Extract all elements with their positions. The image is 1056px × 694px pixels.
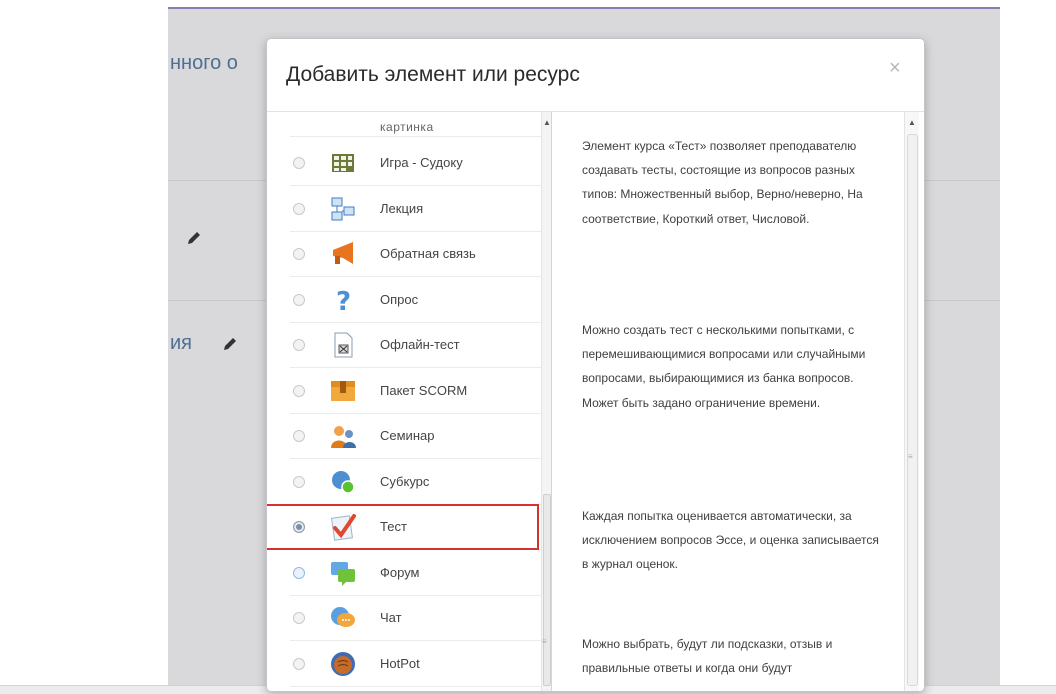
list-scroll-thumb[interactable] xyxy=(543,494,551,686)
hotpot-icon xyxy=(329,650,357,678)
activity-label[interactable]: Форум xyxy=(380,565,420,580)
activity-radio[interactable] xyxy=(293,476,305,488)
activity-radio[interactable] xyxy=(293,248,305,260)
item-divider xyxy=(290,686,541,687)
activity-radio[interactable] xyxy=(293,294,305,306)
list-item[interactable]: ? Опрос xyxy=(267,278,541,322)
dialog-title: Добавить элемент или ресурс xyxy=(286,63,580,86)
item-divider xyxy=(290,640,541,641)
page-right-margin xyxy=(1000,0,1056,693)
sudoku-icon xyxy=(329,149,357,177)
scroll-grip-icon: ≡ xyxy=(908,452,913,461)
list-scrollbar[interactable]: ▲ ≡ xyxy=(541,112,551,691)
edit-pencil-icon[interactable] xyxy=(186,230,202,251)
activity-label[interactable]: Семинар xyxy=(380,428,434,443)
description-paragraph: Можно выбрать, будут ли подсказки, отзыв… xyxy=(582,637,833,676)
activity-radio[interactable] xyxy=(293,203,305,215)
activity-radio[interactable] xyxy=(293,430,305,442)
chat-icon xyxy=(329,604,357,632)
activity-label[interactable]: Обратная связь xyxy=(380,246,476,261)
activity-radio[interactable] xyxy=(293,339,305,351)
list-item[interactable]: Пакет SCORM xyxy=(267,369,541,413)
selection-highlight-box xyxy=(267,504,539,550)
close-icon[interactable]: × xyxy=(889,57,901,80)
activity-label[interactable]: Офлайн-тест xyxy=(380,337,460,352)
list-item[interactable]: Форум xyxy=(267,551,541,595)
list-item-partial: картинка xyxy=(380,120,434,134)
description-paragraph: Каждая попытка оценивается автоматически… xyxy=(582,509,879,572)
activity-label[interactable]: Игра - Судоку xyxy=(380,155,463,170)
edit-pencil-icon[interactable] xyxy=(222,336,238,357)
item-divider xyxy=(290,185,541,186)
scroll-up-arrow-icon[interactable]: ▲ xyxy=(543,118,551,127)
activity-label[interactable]: Чат xyxy=(380,610,402,625)
list-item[interactable]: HotPot xyxy=(267,642,541,686)
offline-quiz-icon xyxy=(329,331,357,359)
scroll-grip-icon: ≡ xyxy=(542,637,547,646)
list-item[interactable]: Обратная связь xyxy=(267,232,541,276)
scorm-package-icon xyxy=(329,377,357,405)
feedback-megaphone-icon xyxy=(329,240,357,268)
list-item[interactable]: Субкурс xyxy=(267,460,541,504)
list-item[interactable]: Офлайн-тест xyxy=(267,323,541,367)
item-divider xyxy=(290,136,541,137)
section-heading-top[interactable]: нного о xyxy=(170,52,238,75)
add-activity-dialog: Добавить элемент или ресурс × картинка И… xyxy=(266,38,925,692)
activity-radio[interactable] xyxy=(293,658,305,670)
activity-list: картинка Игра - Судоку Лекция Обратная свя… xyxy=(267,112,552,691)
item-divider xyxy=(290,276,541,277)
description-scroll-thumb[interactable] xyxy=(907,134,918,686)
list-item[interactable]: Игра - Судоку xyxy=(267,141,541,185)
item-divider xyxy=(290,367,541,368)
description-scrollbar[interactable]: ▲ ≡ xyxy=(904,112,919,691)
activity-label[interactable]: HotPot xyxy=(380,656,420,671)
description-paragraph: Можно создать тест с несколькими попытка… xyxy=(582,323,866,410)
activity-radio[interactable] xyxy=(293,157,305,169)
dialog-header: Добавить элемент или ресурс × xyxy=(267,39,924,112)
forum-icon xyxy=(329,559,357,587)
page-top-border xyxy=(168,7,1000,9)
list-item[interactable]: Чат xyxy=(267,596,541,640)
question-mark-icon: ? xyxy=(329,286,357,317)
activity-radio[interactable] xyxy=(293,567,305,579)
list-item[interactable]: Семинар xyxy=(267,414,541,458)
subcourse-icon xyxy=(329,468,357,496)
workshop-people-icon xyxy=(329,422,357,450)
activity-label[interactable]: Лекция xyxy=(380,201,423,216)
activity-radio[interactable] xyxy=(293,385,305,397)
scroll-up-arrow-icon[interactable]: ▲ xyxy=(908,118,916,127)
section-heading-bottom[interactable]: ия xyxy=(170,332,192,355)
activity-label[interactable]: Пакет SCORM xyxy=(380,383,467,398)
activity-radio[interactable] xyxy=(293,612,305,624)
list-item[interactable]: Лекция xyxy=(267,187,541,231)
activity-label[interactable]: Субкурс xyxy=(380,474,429,489)
description-paragraph: Элемент курса «Тест» позволяет преподава… xyxy=(582,139,863,226)
svg-text:?: ? xyxy=(336,287,351,314)
activity-label[interactable]: Опрос xyxy=(380,292,418,307)
item-divider xyxy=(290,458,541,459)
lesson-icon xyxy=(329,195,357,223)
activity-description: Элемент курса «Тест» позволяет преподава… xyxy=(557,112,907,691)
